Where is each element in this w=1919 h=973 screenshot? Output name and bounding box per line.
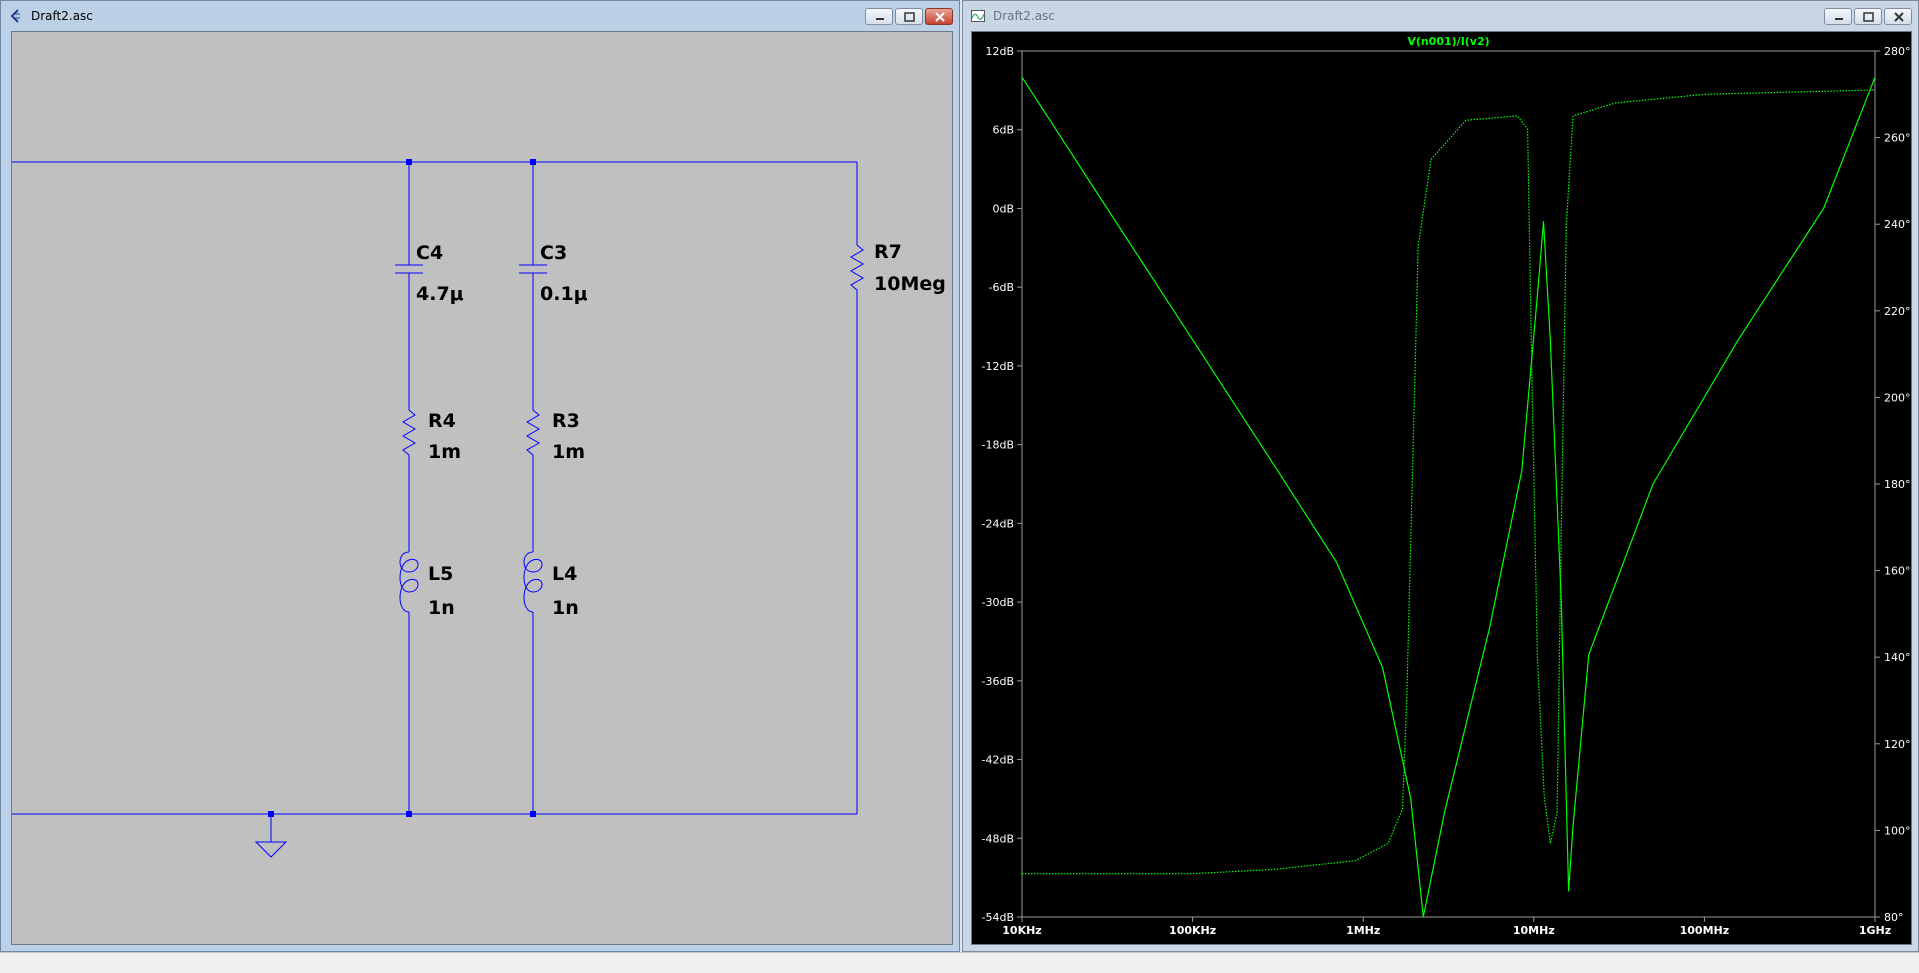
- y-left-tick-label: -30dB: [982, 596, 1015, 609]
- schematic-drawing: C4 4.7μ C3 0.1μ R7 10Meg R4 1m R3 1m L5 …: [12, 159, 946, 858]
- junction-dot: [530, 159, 536, 165]
- y-right-tick-label: 180°: [1884, 478, 1911, 491]
- junction-dot: [406, 811, 412, 817]
- r4-value-label[interactable]: 1m: [428, 441, 461, 463]
- y-left-tick-label: -24dB: [982, 517, 1015, 530]
- y-left-tick-label: 12dB: [985, 45, 1014, 58]
- minimize-button[interactable]: [865, 8, 893, 25]
- y-left-tick-label: 6dB: [992, 124, 1014, 137]
- bode-plot[interactable]: V(n001)/I(v2) 12dB 6dB 0dB -6dB -12dB -18dB -24…: [972, 32, 1911, 944]
- y-right-tick-label: 160°: [1884, 565, 1911, 578]
- minimize-icon: [1835, 18, 1843, 20]
- plot-area[interactable]: V(n001)/I(v2) 12dB 6dB 0dB -6dB -12dB -18dB -24…: [971, 31, 1912, 945]
- y-left-tick-label: -12dB: [982, 360, 1015, 373]
- minimize-icon: [876, 18, 884, 20]
- c4-ref-label[interactable]: C4: [416, 242, 443, 264]
- junction-dot: [530, 811, 536, 817]
- plot-title[interactable]: V(n001)/I(v2): [1407, 35, 1489, 48]
- ltspice-schematic-icon: [10, 9, 20, 23]
- waveform-window-title: Draft2.asc: [993, 9, 1055, 23]
- y-right-tick-label: 140°: [1884, 651, 1911, 664]
- r3-value-label[interactable]: 1m: [552, 441, 585, 463]
- status-bar: [0, 952, 1919, 973]
- inductor-l4-symbol[interactable]: [523, 551, 543, 613]
- l4-ref-label[interactable]: L4: [552, 563, 577, 585]
- junction-dot: [268, 811, 274, 817]
- y-right-tick-label: 80°: [1884, 911, 1904, 924]
- c4-value-label[interactable]: 4.7μ: [416, 283, 464, 305]
- plot-frame: [1021, 50, 1876, 918]
- y-left-tick-label: -42dB: [982, 754, 1015, 767]
- y-right-tick-label: 280°: [1884, 45, 1911, 58]
- y-left-tick-label: -54dB: [982, 911, 1015, 924]
- schematic-titlebar[interactable]: Draft2.asc: [1, 1, 959, 31]
- y-right-tick-label: 220°: [1884, 305, 1911, 318]
- r7-value-label[interactable]: 10Meg: [874, 273, 946, 295]
- schematic-canvas[interactable]: C4 4.7μ C3 0.1μ R7 10Meg R4 1m R3 1m L5 …: [11, 31, 953, 945]
- y-left-tick-label: 0dB: [992, 202, 1014, 215]
- y-left-tick-label: -18dB: [982, 439, 1015, 452]
- x-tick-label: 1GHz: [1859, 924, 1891, 937]
- x-tick-label: 10MHz: [1513, 924, 1555, 937]
- x-tick-label: 10KHz: [1002, 924, 1041, 937]
- minimize-button[interactable]: [1824, 8, 1852, 25]
- resistor-r4-symbol[interactable]: [402, 405, 416, 459]
- r7-ref-label[interactable]: R7: [874, 241, 902, 263]
- x-tick-label: 100MHz: [1680, 924, 1730, 937]
- waveform-viewer-icon: [971, 10, 985, 22]
- resistor-r3-symbol[interactable]: [526, 405, 540, 459]
- schematic-window: Draft2.asc C4 4.7μ C3 0.1μ R7 10Meg R4 1…: [0, 0, 960, 952]
- close-button[interactable]: [1884, 8, 1912, 25]
- y-right-tick-label: 120°: [1884, 738, 1911, 751]
- restore-icon: [1863, 12, 1874, 22]
- waveform-window: Draft2.asc V(n001)/I(v2) 12dB 6dB 0dB -6dB -1…: [962, 0, 1919, 952]
- restore-button[interactable]: [1854, 8, 1882, 25]
- y-left-tick-label: -48dB: [982, 832, 1015, 845]
- l5-value-label[interactable]: 1n: [428, 597, 455, 619]
- x-tick-label: 100KHz: [1169, 924, 1216, 937]
- ground-symbol[interactable]: [254, 841, 288, 858]
- magnitude-trace: [1021, 76, 1876, 918]
- l5-ref-label[interactable]: L5: [428, 563, 453, 585]
- restore-icon: [904, 12, 915, 22]
- close-button[interactable]: [925, 8, 953, 25]
- r3-ref-label[interactable]: R3: [552, 410, 580, 432]
- c3-value-label[interactable]: 0.1μ: [540, 283, 588, 305]
- inductor-l5-symbol[interactable]: [399, 551, 419, 613]
- schematic-window-title: Draft2.asc: [31, 9, 93, 23]
- resistor-r7-symbol[interactable]: [850, 240, 864, 294]
- l4-value-label[interactable]: 1n: [552, 597, 579, 619]
- phase-trace: [1022, 89, 1876, 875]
- x-tick-label: 1MHz: [1346, 924, 1380, 937]
- y-right-tick-label: 200°: [1884, 391, 1911, 404]
- y-right-tick-label: 100°: [1884, 824, 1911, 837]
- c3-ref-label[interactable]: C3: [540, 242, 567, 264]
- r4-ref-label[interactable]: R4: [428, 410, 456, 432]
- y-left-tick-label: -36dB: [982, 675, 1015, 688]
- close-icon: [935, 12, 945, 22]
- y-right-tick-label: 240°: [1884, 218, 1911, 231]
- close-icon: [1894, 12, 1904, 22]
- junction-dot: [406, 159, 412, 165]
- waveform-titlebar[interactable]: Draft2.asc: [963, 1, 1918, 31]
- y-left-tick-label: -6dB: [989, 281, 1015, 294]
- restore-button[interactable]: [895, 8, 923, 25]
- y-right-tick-label: 260°: [1884, 132, 1911, 145]
